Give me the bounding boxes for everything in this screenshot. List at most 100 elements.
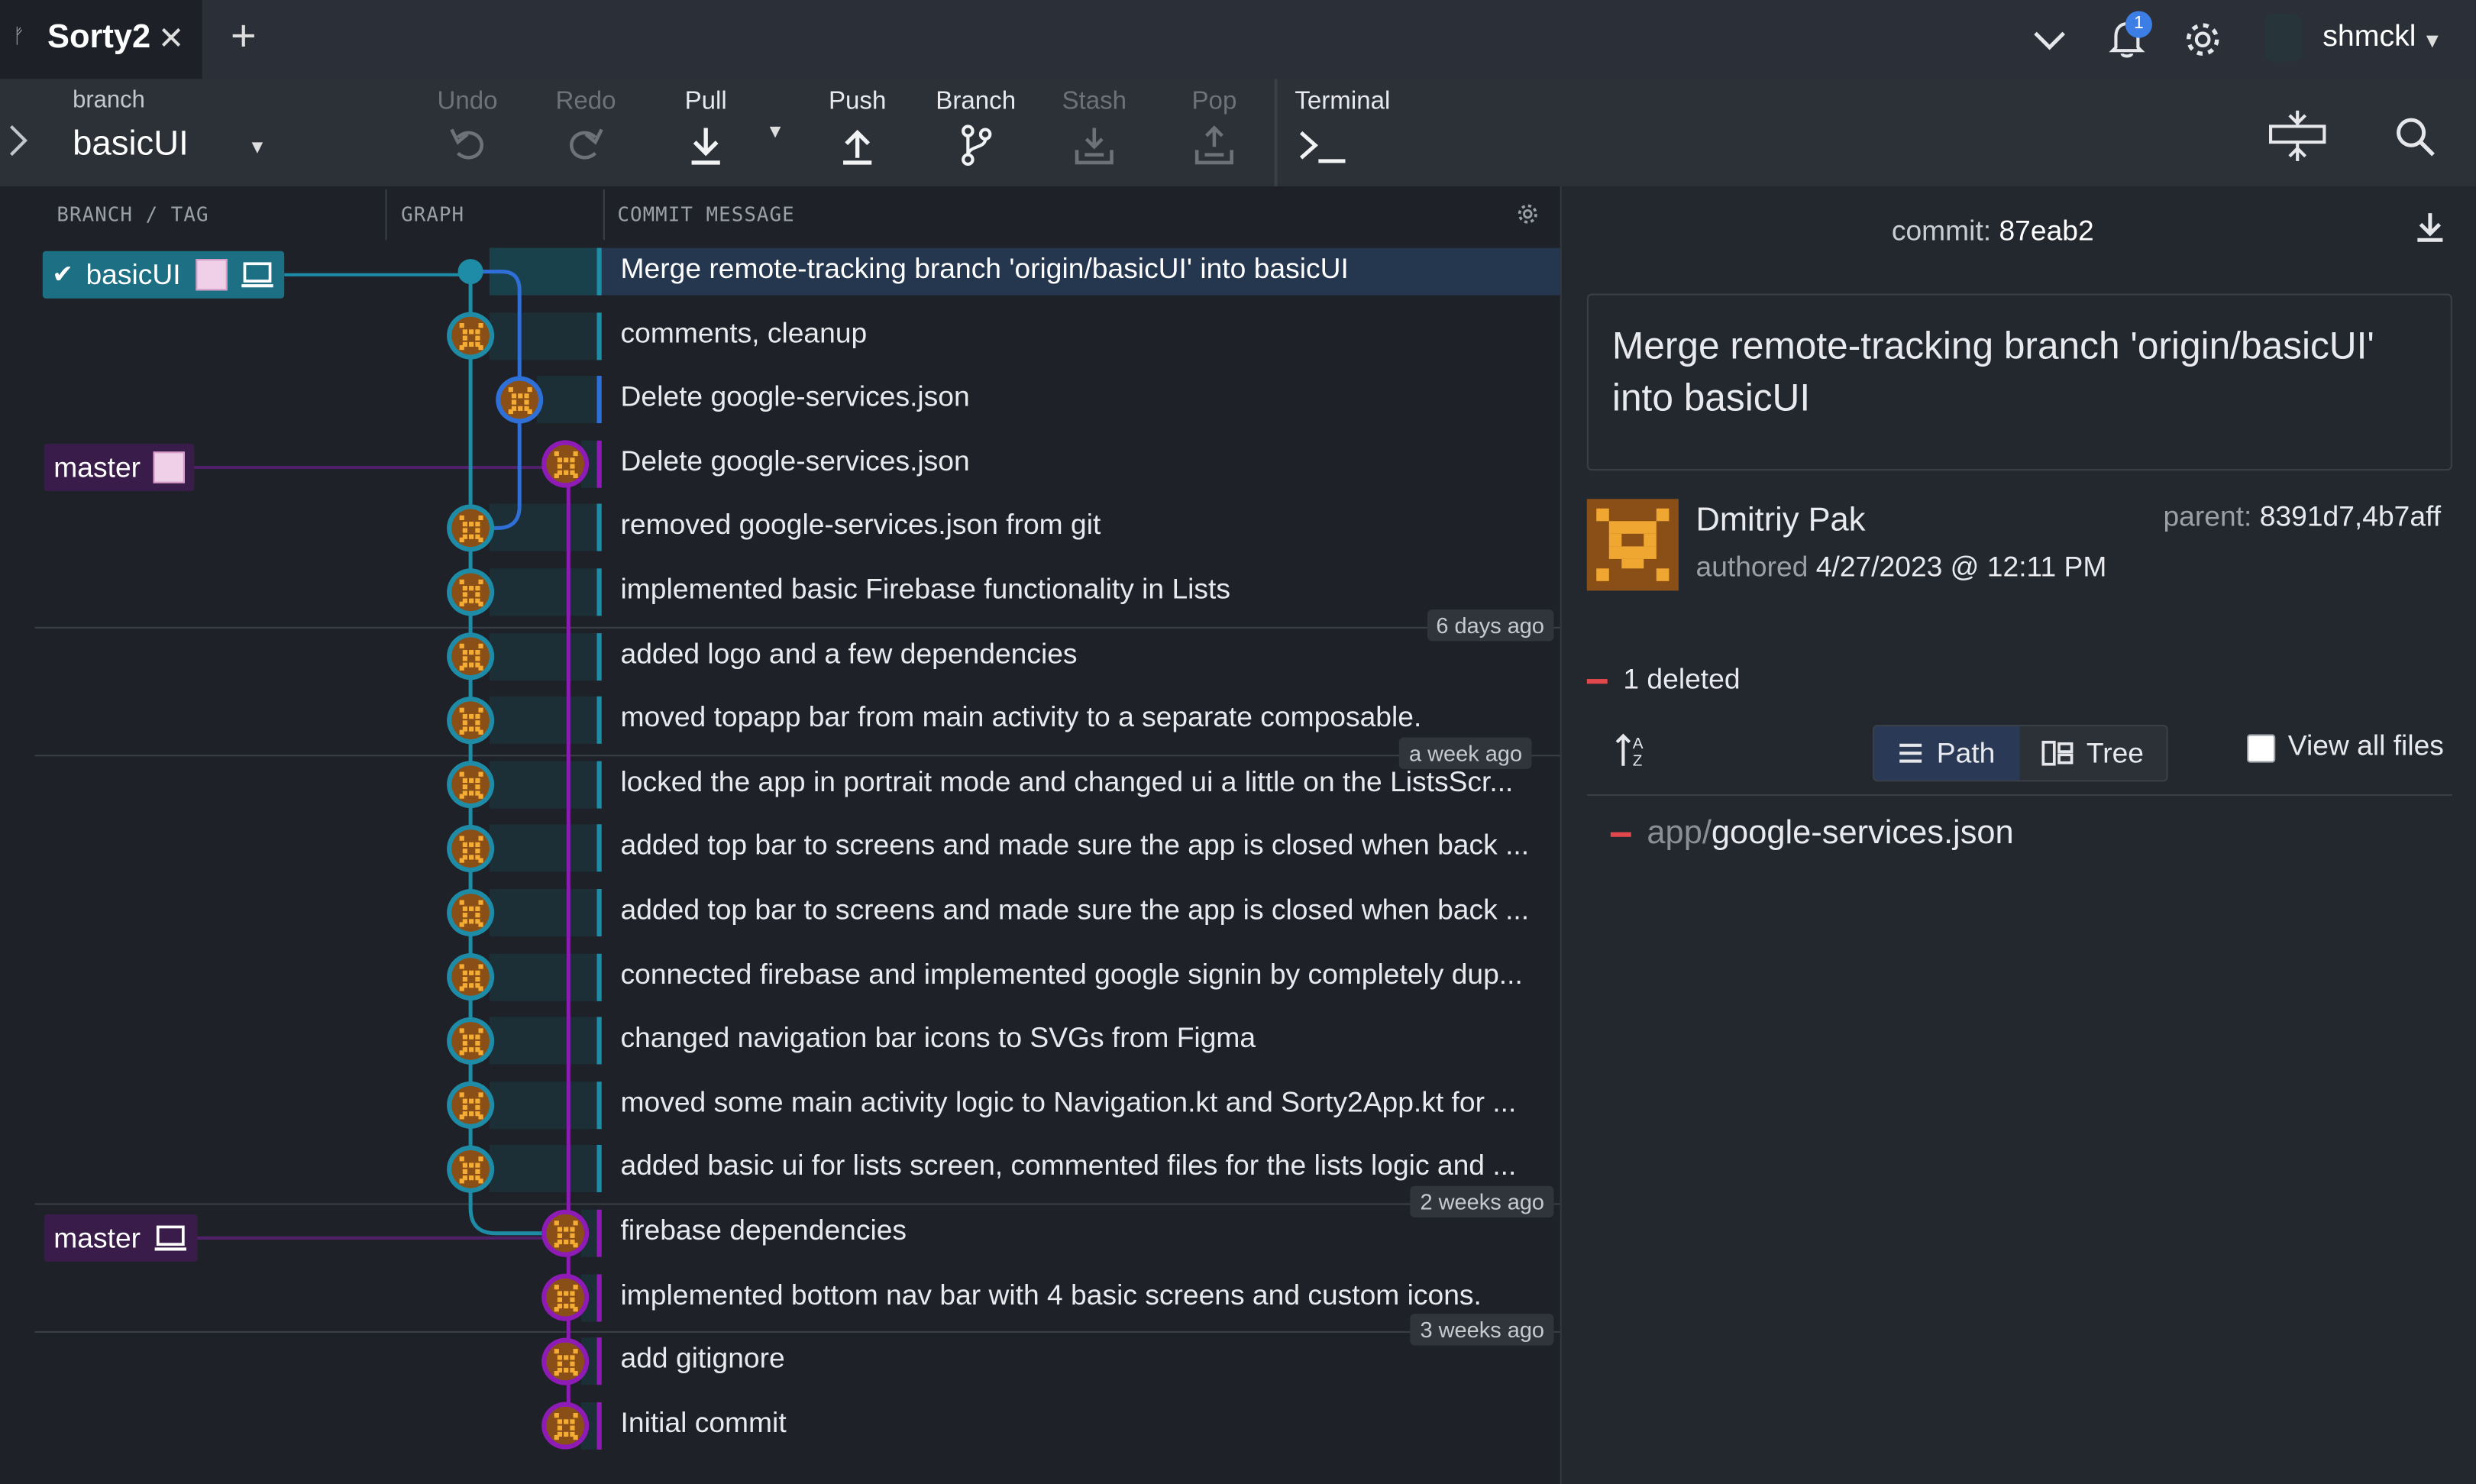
- deleted-dash-icon: [1610, 832, 1631, 837]
- commit-sha-header: commit: 87eab2: [1892, 215, 2094, 247]
- commit-message-text: Merge remote-tracking branch 'origin/bas…: [1611, 325, 2374, 420]
- pop-button[interactable]: Pop: [1167, 89, 1262, 167]
- parent-info: parent: 8391d7,4b7aff: [2163, 500, 2441, 533]
- commit-node-avatar[interactable]: [447, 889, 495, 937]
- commit-graph-panel: BRANCH / TAG GRAPH COMMIT MESSAGE Merge …: [0, 186, 1560, 1484]
- commit-node-avatar[interactable]: [447, 504, 495, 552]
- git-branch-icon: [962, 124, 992, 167]
- username[interactable]: shmckl: [2322, 21, 2416, 55]
- pop-label: Pop: [1191, 88, 1237, 115]
- terminal-button[interactable]: Terminal: [1295, 89, 1390, 167]
- pop-stash-icon: [1194, 125, 1233, 165]
- file-directory: app/: [1647, 814, 1712, 852]
- commit-node-avatar[interactable]: [457, 259, 483, 285]
- file-view-toggle: Path Tree: [1873, 724, 2168, 782]
- toolbar: branch basicUI ▼ Undo Redo Pull ▼ Push B…: [0, 79, 2476, 189]
- changed-file-item[interactable]: app/google-services.json: [1610, 814, 2014, 853]
- view-all-files-label[interactable]: View all files: [2288, 729, 2444, 762]
- commit-detail-panel: commit: 87eab2 Merge remote-tracking bra…: [1560, 186, 2476, 1484]
- pull-download-icon: [691, 128, 720, 165]
- branch-selector[interactable]: basicUI: [73, 123, 189, 164]
- divider: [1586, 794, 2452, 797]
- push-button[interactable]: Push: [810, 89, 905, 167]
- branch-label: branch: [73, 86, 145, 114]
- user-avatar[interactable]: [2264, 14, 2303, 62]
- terminal-prompt-icon: [1299, 131, 1346, 163]
- search-icon[interactable]: [2395, 117, 2436, 158]
- commit-node-avatar[interactable]: [447, 632, 495, 681]
- commit-node-avatar[interactable]: [541, 1402, 590, 1450]
- commit-label: commit:: [1891, 215, 1992, 247]
- path-view-button[interactable]: Path: [1874, 726, 2020, 781]
- undo-label: Undo: [437, 88, 498, 115]
- authored-label: authored: [1695, 551, 1809, 583]
- stash-button[interactable]: Stash: [1047, 89, 1142, 167]
- stash-icon: [1075, 128, 1114, 165]
- tree-view-label: Tree: [2086, 736, 2144, 768]
- push-upload-icon: [843, 129, 872, 165]
- authored-date: 4/27/2023 @ 12:11 PM: [1815, 551, 2107, 583]
- commit-node-avatar[interactable]: [447, 761, 495, 809]
- deleted-dash-icon: [1586, 678, 1608, 684]
- undo-button[interactable]: Undo: [420, 89, 515, 167]
- commit-node-avatar[interactable]: [496, 376, 544, 424]
- commit-node-avatar[interactable]: [541, 1209, 590, 1257]
- view-all-files-checkbox[interactable]: [2247, 734, 2276, 763]
- tree-icon: [2042, 740, 2074, 766]
- download-patch-icon[interactable]: [2416, 212, 2444, 243]
- app-window: ᚠ Sorty2 ✕ + 1 shmckl ▼ branch basicUI ▼…: [0, 0, 2476, 1484]
- toolbar-divider: [1274, 79, 1278, 186]
- commit-node-avatar[interactable]: [541, 440, 590, 488]
- sort-az-icon[interactable]: AZ: [1615, 731, 1650, 769]
- tab-bar: ᚠ Sorty2 ✕ + 1 shmckl ▼: [0, 0, 2476, 79]
- authored-info: authored 4/27/2023 @ 12:11 PM: [1695, 551, 2106, 584]
- repo-tab-title: Sorty2: [47, 18, 151, 56]
- push-label: Push: [828, 88, 887, 115]
- commit-node-avatar[interactable]: [447, 568, 495, 616]
- branch-button[interactable]: Branch: [929, 89, 1023, 167]
- stash-label: Stash: [1062, 88, 1127, 115]
- pull-options-caret-icon[interactable]: ▼: [766, 120, 785, 142]
- commit-node-avatar[interactable]: [541, 1337, 590, 1385]
- commit-node-avatar[interactable]: [447, 1145, 495, 1193]
- chevron-down-icon[interactable]: [2032, 22, 2067, 57]
- pull-label: Pull: [684, 88, 727, 115]
- svg-text:A: A: [1633, 735, 1644, 752]
- commit-sha[interactable]: 87eab2: [1999, 215, 2093, 246]
- path-view-label: Path: [1936, 736, 1996, 768]
- commit-message-box[interactable]: Merge remote-tracking branch 'origin/bas…: [1586, 293, 2452, 471]
- change-summary-text: 1 deleted: [1623, 663, 1741, 695]
- layout-toggle-icon[interactable]: [2268, 108, 2328, 164]
- close-tab-icon[interactable]: ✕: [158, 19, 185, 59]
- file-name: google-services.json: [1711, 814, 2014, 852]
- commit-graph-lines: [447, 259, 590, 1450]
- user-menu-caret-icon[interactable]: ▼: [2423, 28, 2443, 52]
- undo-icon: [450, 128, 483, 160]
- terminal-label: Terminal: [1295, 88, 1391, 115]
- parent-shas[interactable]: 8391d7,4b7aff: [2260, 500, 2441, 532]
- gear-icon[interactable]: [2182, 19, 2223, 60]
- commit-node-avatar[interactable]: [447, 1017, 495, 1065]
- author-avatar: [1586, 499, 1679, 591]
- git-branch-icon: ᚠ: [12, 24, 25, 48]
- parent-label: parent:: [2163, 500, 2252, 532]
- commit-node-avatar[interactable]: [447, 825, 495, 873]
- commit-node-avatar[interactable]: [447, 312, 495, 360]
- commit-node-avatar[interactable]: [447, 1081, 495, 1129]
- commit-node-avatar[interactable]: [447, 952, 495, 1001]
- change-summary: 1 deleted: [1586, 663, 1741, 696]
- new-tab-button[interactable]: +: [231, 14, 257, 59]
- commit-node-avatar[interactable]: [541, 1273, 590, 1321]
- tree-view-button[interactable]: Tree: [2019, 726, 2166, 780]
- expand-sidebar-icon[interactable]: [6, 123, 28, 157]
- svg-text:Z: Z: [1633, 752, 1643, 769]
- list-icon: [1900, 743, 1923, 763]
- branch-button-label: Branch: [936, 88, 1017, 115]
- pull-button[interactable]: Pull: [658, 89, 753, 167]
- commit-node-avatar[interactable]: [447, 697, 495, 745]
- author-name: Dmitriy Pak: [1695, 502, 1866, 539]
- notification-badge: 1: [2125, 11, 2153, 38]
- redo-button[interactable]: Redo: [538, 89, 633, 167]
- branch-dropdown-icon[interactable]: ▼: [248, 136, 267, 158]
- repo-tab[interactable]: ᚠ Sorty2 ✕: [0, 0, 202, 79]
